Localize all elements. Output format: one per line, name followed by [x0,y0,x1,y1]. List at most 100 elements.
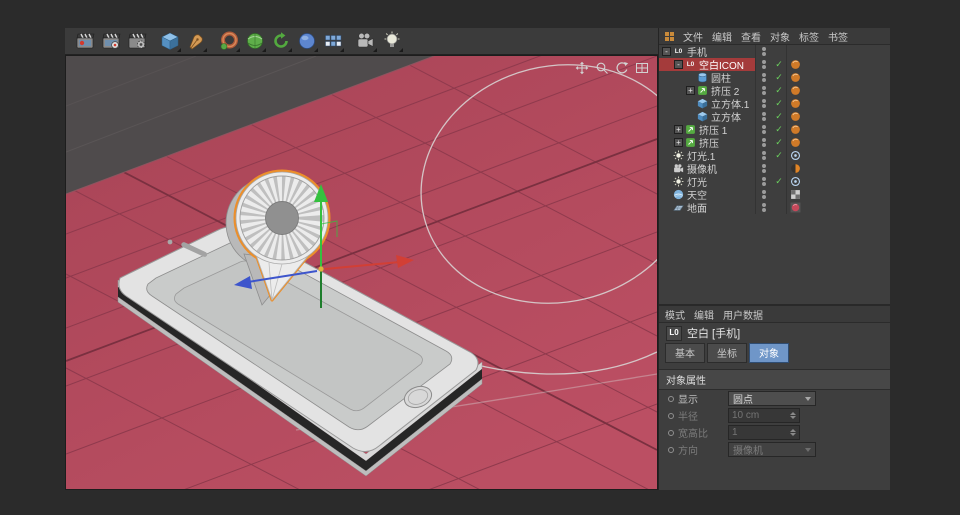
object-name[interactable]: 立方体 [711,110,741,123]
menu-edit[interactable]: 编辑 [712,29,732,44]
viewport[interactable] [65,55,658,490]
tree-row[interactable]: 灯光.1 ✓ [659,149,890,162]
display-dropdown[interactable]: 圆点 [728,391,816,406]
enable-check[interactable] [772,162,786,175]
object-name[interactable]: 灯光 [687,175,707,188]
enable-check[interactable]: ✓ [772,136,786,149]
tree-row[interactable]: 摄像机 [659,162,890,175]
object-name[interactable]: 摄像机 [687,162,717,175]
section-object-properties[interactable]: 对象属性 [659,369,890,390]
panel-grid-icon[interactable] [665,32,674,41]
tree-row[interactable]: 天空 [659,188,890,201]
stepper-arrows-icon[interactable] [790,412,796,419]
expand-toggle-icon[interactable]: + [674,125,683,134]
menu-user-data[interactable]: 用户数据 [723,307,763,322]
menu-bookmark[interactable]: 书签 [828,29,848,44]
protection-tag-icon[interactable] [790,163,801,174]
expand-toggle-icon[interactable]: - [674,60,683,69]
menu-tag[interactable]: 标签 [799,29,819,44]
enable-check[interactable] [772,201,786,214]
object-name[interactable]: 手机 [687,45,707,58]
render-picture-viewer-icon[interactable] [99,29,123,53]
object-name[interactable]: 圆柱 [711,71,731,84]
enable-check[interactable]: ✓ [772,123,786,136]
tree-row[interactable]: 灯光 ✓ [659,175,890,188]
texture-tag-icon[interactable] [790,202,801,213]
phong-tag-icon[interactable] [790,98,801,109]
keyframe-ring-icon[interactable] [668,447,674,453]
tab-basic[interactable]: 基本 [665,343,705,363]
visibility-dots[interactable] [755,110,772,123]
torus-primitive-icon[interactable] [217,29,241,53]
visibility-dots[interactable] [755,188,772,201]
phong-tag-icon[interactable] [790,124,801,135]
tree-row[interactable]: +挤压 2 ✓ [659,84,890,97]
tree-row[interactable]: -L0手机 [659,45,890,58]
object-name[interactable]: 立方体.1 [711,97,749,110]
phong-tag-icon[interactable] [790,137,801,148]
visibility-dots[interactable] [755,136,772,149]
phong-tag-icon[interactable] [790,111,801,122]
expand-toggle-icon[interactable]: - [662,47,671,56]
sphere-primitive-icon[interactable] [295,29,319,53]
visibility-dots[interactable] [755,149,772,162]
tab-object[interactable]: 对象 [749,343,789,363]
rotate-generator-icon[interactable] [269,29,293,53]
object-name[interactable]: 挤压 2 [711,84,739,97]
subdivision-generator-icon[interactable] [243,29,267,53]
enable-check[interactable] [772,188,786,201]
enable-check[interactable] [772,45,786,58]
aspect-input[interactable]: 1 [728,425,800,440]
menu-file[interactable]: 文件 [683,29,703,44]
render-view-icon[interactable] [73,29,97,53]
enable-check[interactable]: ✓ [772,110,786,123]
compositing-tag-icon[interactable] [790,189,801,200]
menu-view[interactable]: 查看 [741,29,761,44]
object-name[interactable]: 地面 [687,201,707,214]
menu-object[interactable]: 对象 [770,29,790,44]
object-name[interactable]: 灯光.1 [687,149,715,162]
enable-check[interactable]: ✓ [772,71,786,84]
object-name[interactable]: 空白ICON [699,58,744,71]
visibility-dots[interactable] [755,97,772,110]
visibility-dots[interactable] [755,71,772,84]
phong-tag-icon[interactable] [790,59,801,70]
array-generator-icon[interactable] [321,29,345,53]
tree-row[interactable]: 地面 [659,201,890,214]
keyframe-ring-icon[interactable] [668,396,674,402]
tree-row[interactable]: 圆柱 ✓ [659,71,890,84]
object-name[interactable]: 天空 [687,188,707,201]
target-tag-icon[interactable] [790,150,801,161]
keyframe-ring-icon[interactable] [668,413,674,419]
enable-check[interactable]: ✓ [772,58,786,71]
expand-toggle-icon[interactable]: + [686,86,695,95]
zoom-view-icon[interactable] [595,61,609,75]
object-name[interactable]: 挤压 [699,136,719,149]
stepper-arrows-icon[interactable] [790,429,796,436]
visibility-dots[interactable] [755,123,772,136]
enable-check[interactable]: ✓ [772,97,786,110]
menu-edit[interactable]: 编辑 [694,307,714,322]
menu-mode[interactable]: 模式 [665,307,685,322]
object-name[interactable]: 挤压 1 [699,123,727,136]
visibility-dots[interactable] [755,45,772,58]
phong-tag-icon[interactable] [790,85,801,96]
visibility-dots[interactable] [755,175,772,188]
camera-object-icon[interactable] [354,29,378,53]
visibility-dots[interactable] [755,201,772,214]
target-tag-icon[interactable] [790,176,801,187]
visibility-dots[interactable] [755,162,772,175]
cube-primitive-icon[interactable] [158,29,182,53]
expand-toggle-icon[interactable]: + [674,138,683,147]
tree-row[interactable]: 立方体 ✓ [659,110,890,123]
keyframe-ring-icon[interactable] [668,430,674,436]
light-object-icon[interactable] [380,29,404,53]
render-settings-icon[interactable] [125,29,149,53]
visibility-dots[interactable] [755,58,772,71]
tree-row[interactable]: 立方体.1 ✓ [659,97,890,110]
viewport-scene[interactable] [66,56,657,489]
enable-check[interactable]: ✓ [772,149,786,162]
tree-row-selected[interactable]: -L0空白ICON ✓ [659,58,890,71]
radius-input[interactable]: 10 cm [728,408,800,423]
tree-row[interactable]: + 挤压 1 ✓ [659,123,890,136]
